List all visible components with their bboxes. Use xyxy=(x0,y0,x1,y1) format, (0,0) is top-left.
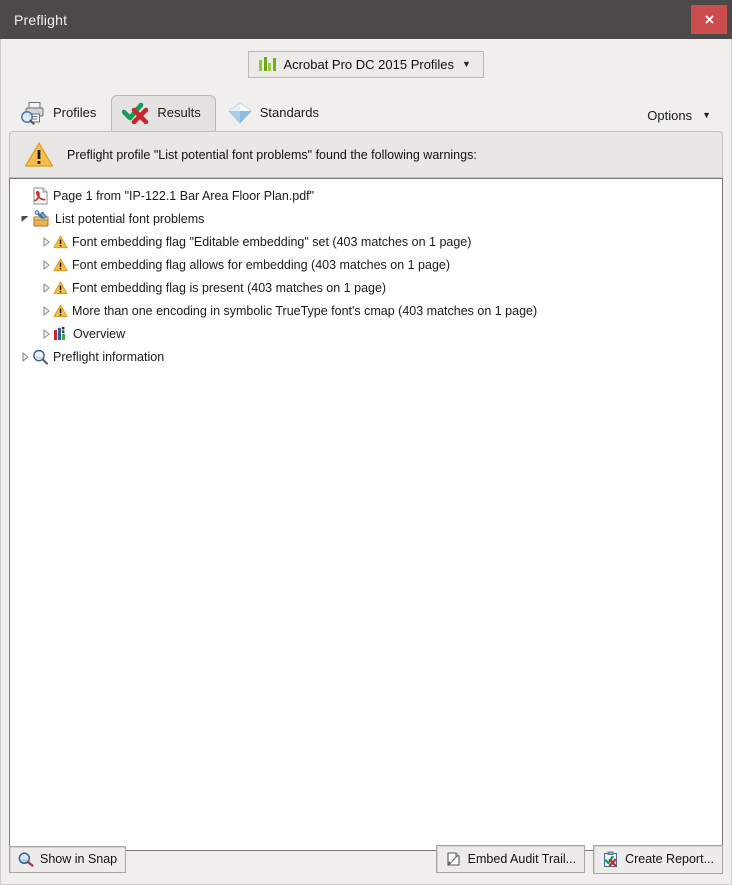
tree-row-label: Font embedding flag "Editable embedding"… xyxy=(72,234,472,249)
close-button[interactable] xyxy=(691,5,727,34)
chevron-down-icon: ▼ xyxy=(462,58,471,69)
disclosure-expanded-icon[interactable] xyxy=(18,214,32,223)
profile-selector-label: Acrobat Pro DC 2015 Profiles xyxy=(283,56,455,72)
footer-toolbar: Show in Snap Embed Audit Trail... Create… xyxy=(9,842,723,876)
pdf-file-icon xyxy=(32,187,49,205)
show-in-snap-label: Show in Snap xyxy=(40,852,118,866)
warning-triangle-icon xyxy=(24,141,54,168)
tree-row[interactable]: Preflight information xyxy=(10,345,722,368)
embed-audit-trail-label: Embed Audit Trail... xyxy=(467,852,577,866)
tree-row-label: List potential font problems xyxy=(55,211,205,226)
printer-search-icon xyxy=(20,101,46,125)
report-check-cross-icon xyxy=(602,851,619,868)
show-in-snap-button[interactable]: Show in Snap xyxy=(9,845,127,873)
create-report-label: Create Report... xyxy=(625,852,714,866)
tree-row[interactable]: Font embedding flag is present (403 matc… xyxy=(10,276,722,299)
diamond-icon xyxy=(227,101,253,125)
dialog-body: Acrobat Pro DC 2015 Profiles ▼ Profiles xyxy=(0,39,732,885)
create-report-button[interactable]: Create Report... xyxy=(593,844,723,874)
embed-audit-trail-button[interactable]: Embed Audit Trail... xyxy=(435,845,586,873)
tab-profiles[interactable]: Profiles xyxy=(9,95,111,131)
tab-standards[interactable]: Standards xyxy=(216,95,334,131)
warning-banner: Preflight profile "List potential font p… xyxy=(9,131,723,178)
disclosure-collapsed-icon[interactable] xyxy=(39,305,53,316)
profile-selector-row: Acrobat Pro DC 2015 Profiles ▼ xyxy=(1,39,731,87)
magnifier-icon xyxy=(18,852,34,867)
warning-triangle-icon xyxy=(53,281,68,295)
close-icon xyxy=(704,15,714,24)
tree-row-label: Page 1 from "IP-122.1 Bar Area Floor Pla… xyxy=(53,188,315,203)
profile-wrench-icon xyxy=(32,209,51,228)
disclosure-collapsed-icon[interactable] xyxy=(39,236,53,247)
tree-row[interactable]: List potential font problems xyxy=(10,207,722,230)
tree-row-label: Preflight information xyxy=(53,349,165,364)
results-tree[interactable]: Page 1 from "IP-122.1 Bar Area Floor Pla… xyxy=(9,178,723,851)
options-label: Options xyxy=(647,108,693,123)
warning-banner-text: Preflight profile "List potential font p… xyxy=(67,147,477,162)
magnifier-icon xyxy=(32,349,49,365)
disclosure-collapsed-icon[interactable] xyxy=(39,328,53,339)
tree-row[interactable]: Font embedding flag allows for embedding… xyxy=(10,253,722,276)
bar-chart-icon xyxy=(259,57,276,71)
window-title: Preflight xyxy=(14,11,68,28)
tree-row[interactable]: Overview xyxy=(10,322,722,345)
tree-row[interactable]: Font embedding flag "Editable embedding"… xyxy=(10,230,722,253)
tab-results[interactable]: Results xyxy=(111,95,216,131)
window-titlebar: Preflight xyxy=(0,0,732,39)
tab-results-label: Results xyxy=(157,105,201,120)
chevron-down-icon: ▼ xyxy=(702,110,711,120)
warning-triangle-icon xyxy=(53,235,68,249)
tab-standards-label: Standards xyxy=(259,105,319,120)
audit-trail-icon xyxy=(445,851,462,867)
tree-row[interactable]: More than one encoding in symbolic TrueT… xyxy=(10,299,722,322)
profile-selector-dropdown[interactable]: Acrobat Pro DC 2015 Profiles ▼ xyxy=(248,50,484,78)
tree-row-label: Font embedding flag allows for embedding… xyxy=(72,257,451,272)
tree-row-label: Overview xyxy=(73,326,126,341)
tab-profiles-label: Profiles xyxy=(53,105,97,120)
overview-chart-icon xyxy=(53,326,69,341)
disclosure-collapsed-icon[interactable] xyxy=(39,282,53,293)
warning-triangle-icon xyxy=(53,304,68,318)
tree-row-label: Font embedding flag is present (403 matc… xyxy=(72,280,387,295)
disclosure-collapsed-icon[interactable] xyxy=(18,351,32,362)
disclosure-collapsed-icon[interactable] xyxy=(39,259,53,270)
tab-bar: Profiles Results Standards Options ▼ xyxy=(1,87,731,131)
options-menu-button[interactable]: Options ▼ xyxy=(647,108,723,131)
tree-row-label: More than one encoding in symbolic TrueT… xyxy=(72,303,538,318)
check-cross-icon xyxy=(122,102,150,124)
tree-row[interactable]: Page 1 from "IP-122.1 Bar Area Floor Pla… xyxy=(10,184,722,207)
warning-triangle-icon xyxy=(53,258,68,272)
